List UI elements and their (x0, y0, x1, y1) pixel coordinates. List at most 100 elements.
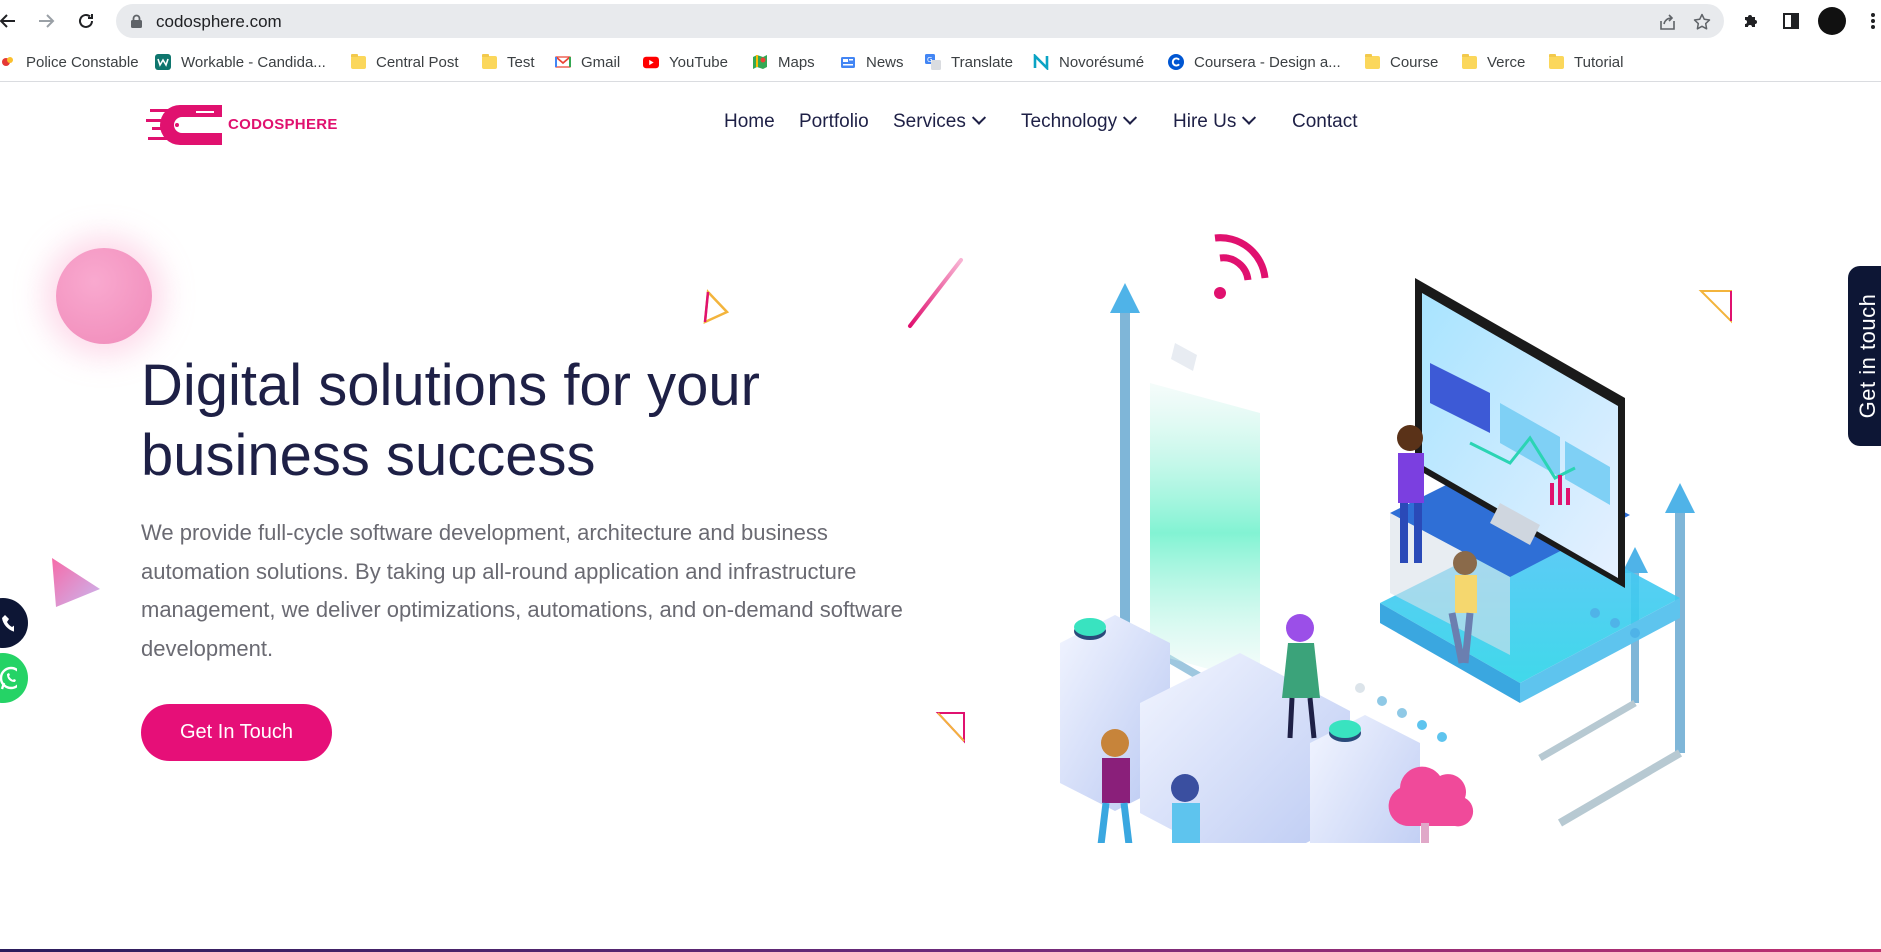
bookmark-maps[interactable]: Maps (752, 51, 815, 73)
maps-icon (752, 54, 768, 70)
nav-services[interactable]: Services (893, 110, 986, 133)
hero-title: Digital solutions for your business succ… (141, 351, 901, 491)
decorative-triangle-icon (703, 289, 730, 325)
folder-icon (350, 53, 366, 70)
website-page: CODOSPHERE Home Portfolio Services Techn… (0, 83, 1881, 952)
profile-avatar[interactable] (1818, 7, 1846, 35)
codosphere-logo-icon (146, 105, 222, 145)
decorative-triangle-icon (935, 712, 965, 744)
star-icon (1693, 13, 1711, 30)
nav-hire-us-label: Hire Us (1173, 111, 1237, 132)
puzzle-icon (1745, 15, 1757, 27)
address-bar[interactable]: codosphere.com (116, 4, 1724, 38)
whatsapp-button[interactable] (0, 653, 28, 703)
whatsapp-icon (0, 666, 17, 690)
bookmark-label: Police Constable (26, 53, 139, 71)
chevron-down-icon (1242, 110, 1257, 125)
decorative-pink-triangle-icon (52, 558, 100, 607)
hero-title-line-1: Digital solutions for your (141, 353, 760, 418)
brand-name: CODOSPHERE (228, 116, 338, 133)
bookmark-label: Workable - Candida... (181, 53, 326, 71)
bookmark-label: Maps (778, 53, 815, 71)
bookmark-star-button[interactable] (1692, 12, 1712, 32)
forward-arrow-icon (39, 14, 55, 28)
hero-title-line-2: business success (141, 423, 596, 488)
bookmark-workable[interactable]: Workable - Candida... (155, 51, 326, 73)
bookmark-news[interactable]: News (840, 51, 904, 73)
back-arrow-icon (0, 14, 15, 28)
reload-button[interactable] (72, 7, 100, 35)
share-icon (1660, 14, 1675, 30)
phone-icon (2, 615, 14, 632)
coursera-icon (1168, 54, 1184, 70)
lock-icon (131, 14, 142, 28)
url-text: codosphere.com (156, 12, 282, 31)
bookmark-youtube[interactable]: YouTube (643, 51, 728, 73)
hero-illustration (1060, 234, 1695, 843)
bookmark-police-constable[interactable]: Police Constable (0, 51, 139, 73)
hero-description: We provide full-cycle software developme… (141, 520, 903, 661)
svg-text:G: G (927, 56, 932, 64)
decorative-pink-circle (56, 248, 152, 344)
bookmarks-bar: Police Constable Workable - Candida... C… (0, 42, 1881, 82)
favicon-icon (0, 54, 16, 70)
nav-contact[interactable]: Contact (1292, 111, 1357, 133)
side-tab-label: Get in touch (1855, 293, 1880, 419)
browser-menu-button[interactable] (1862, 10, 1881, 32)
person-figure (1097, 729, 1133, 843)
nav-hire-us[interactable]: Hire Us (1173, 110, 1257, 133)
bookmark-label: Verce (1487, 53, 1526, 71)
person-figure (1171, 774, 1200, 843)
folder-icon (1364, 53, 1380, 70)
extensions-button[interactable] (1740, 10, 1762, 32)
nav-contact-label: Contact (1292, 111, 1358, 132)
get-in-touch-button[interactable]: Get In Touch (141, 704, 332, 761)
bookmark-label: YouTube (669, 53, 728, 71)
translate-icon: G (925, 54, 941, 70)
bookmark-label: News (866, 53, 904, 71)
bookmark-coursera[interactable]: Coursera - Design a... (1168, 51, 1341, 73)
folder-icon (1461, 53, 1477, 70)
bookmark-gmail[interactable]: Gmail (555, 51, 620, 73)
site-logo[interactable]: CODOSPHERE (146, 97, 337, 153)
side-panel-button[interactable] (1780, 10, 1802, 32)
folder-icon (481, 53, 497, 70)
share-button[interactable] (1658, 12, 1678, 32)
side-panel-icon (1783, 13, 1799, 29)
bookmark-course[interactable]: Course (1364, 51, 1438, 73)
chevron-down-icon (971, 110, 986, 125)
bookmark-novoresume[interactable]: Novorésumé (1033, 51, 1144, 73)
forward-button[interactable] (32, 7, 60, 35)
bookmark-tutorial[interactable]: Tutorial (1548, 51, 1623, 73)
reload-icon (79, 13, 93, 28)
bookmark-label: Novorésumé (1059, 53, 1145, 71)
gmail-icon (555, 54, 571, 70)
nav-portfolio[interactable]: Portfolio (799, 111, 869, 133)
news-icon (840, 54, 856, 70)
bookmark-central-post[interactable]: Central Post (350, 51, 459, 73)
novoresume-icon (1033, 54, 1049, 70)
nav-technology[interactable]: Technology (1021, 110, 1138, 133)
nav-technology-label: Technology (1021, 111, 1118, 132)
bookmark-label: Central Post (376, 53, 459, 71)
youtube-icon (643, 54, 659, 70)
kebab-menu-icon (1871, 13, 1875, 29)
nav-services-label: Services (893, 111, 966, 132)
bookmark-verce[interactable]: Verce (1461, 51, 1525, 73)
bookmark-label: Translate (951, 53, 1013, 71)
chevron-down-icon (1123, 110, 1138, 125)
back-button[interactable] (0, 7, 22, 35)
nav-home-label: Home (724, 111, 775, 132)
folder-icon (1548, 53, 1564, 70)
nav-home[interactable]: Home (724, 111, 775, 133)
bookmark-translate[interactable]: G Translate (925, 51, 1013, 73)
browser-toolbar: codosphere.com (0, 0, 1881, 42)
bookmark-label: Test (507, 53, 535, 71)
workable-icon (155, 54, 171, 70)
bookmark-test[interactable]: Test (481, 51, 535, 73)
nav-portfolio-label: Portfolio (799, 111, 869, 132)
bookmark-label: Course (1390, 53, 1439, 71)
phone-button[interactable] (0, 598, 28, 648)
get-in-touch-side-tab[interactable]: Get in touch (1848, 266, 1881, 446)
bookmark-label: Tutorial (1574, 53, 1624, 71)
